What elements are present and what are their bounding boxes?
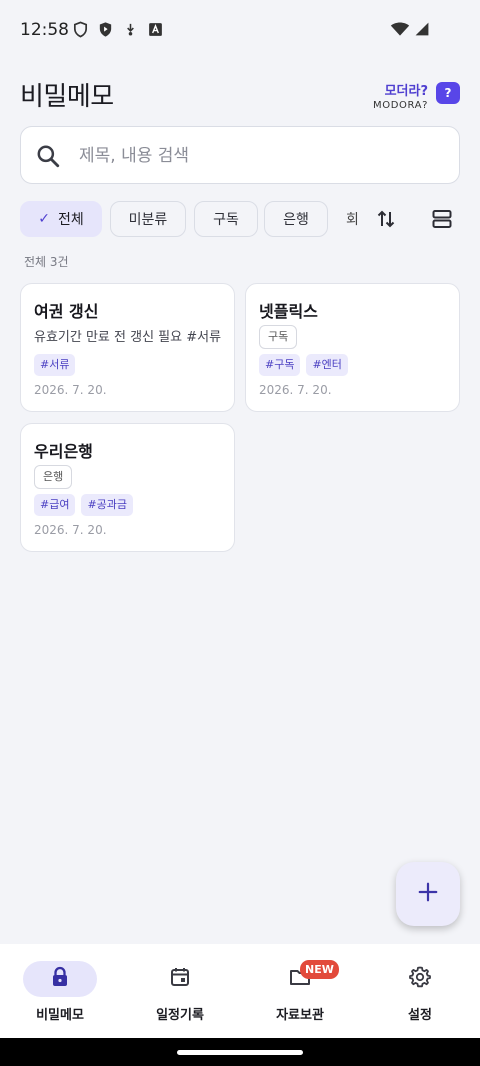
filter-chip-uncategorized[interactable]: 미분류: [110, 201, 186, 237]
lock-icon: [48, 965, 72, 993]
nav-label[interactable]: 비밀메모: [0, 1004, 120, 1023]
filter-chip-bank[interactable]: 은행: [264, 201, 328, 237]
memo-count: 전체 3건: [24, 255, 69, 269]
nav-item-settings[interactable]: 설정: [360, 944, 480, 1038]
nav-label[interactable]: 일정기록: [120, 1004, 240, 1023]
play-shield-icon: [97, 21, 114, 38]
memo-date: 2026. 7. 20.: [259, 383, 332, 397]
search-icon: [35, 143, 61, 169]
status-time: 12:58: [20, 20, 69, 40]
category-badge: 구독: [259, 325, 298, 349]
help-label-ko[interactable]: 모더라?: [373, 80, 428, 99]
memo-title: 여권 갱신: [34, 302, 99, 321]
cell-signal-icon: [414, 20, 430, 42]
tag-badge: #엔터: [306, 354, 348, 376]
nav-label[interactable]: 자료보관: [240, 1004, 360, 1023]
home-indicator[interactable]: [177, 1050, 303, 1055]
memo-title: 우리은행: [34, 442, 93, 461]
filter-chip-label: 미분류: [128, 212, 168, 228]
nav-item-storage[interactable]: 자료보관: [240, 944, 360, 1038]
gear-icon: [408, 965, 432, 993]
nav-item-schedule[interactable]: 일정기록: [120, 944, 240, 1038]
bottom-navigation: 비밀메모 일정기록 자료보관 설정: [0, 944, 480, 1038]
check-icon: ✓: [38, 211, 50, 227]
status-system-icons: [390, 20, 430, 42]
search-bar[interactable]: [20, 126, 460, 184]
filter-chip-overflow[interactable]: 회: [346, 209, 358, 229]
shield-icon: [72, 21, 89, 38]
nav-icon-container[interactable]: [23, 961, 97, 997]
memo-tags: #구독 #엔터: [259, 354, 348, 376]
help-label-en[interactable]: MODORA?: [373, 100, 428, 111]
filter-bar: ✓ 전체 미분류 구독 은행 회: [20, 201, 460, 239]
memo-tags: #서류: [34, 354, 76, 376]
category-badge: 은행: [34, 465, 73, 489]
memo-card[interactable]: 넷플릭스 구독 #구독 #엔터 2026. 7. 20.: [245, 283, 460, 412]
sort-icon[interactable]: [374, 207, 398, 231]
memo-card[interactable]: 여권 갱신 유효기간 만료 전 갱신 필요 #서류 #서류 2026. 7. 2…: [20, 283, 235, 412]
gesture-bar: [0, 1038, 480, 1066]
filter-chip-label: 구독: [213, 212, 239, 228]
calendar-icon: [168, 965, 192, 993]
filter-chip-label: 은행: [283, 212, 309, 228]
tag-badge: #급여: [34, 494, 76, 516]
memo-date: 2026. 7. 20.: [34, 523, 107, 537]
filter-chip-subscription[interactable]: 구독: [194, 201, 258, 237]
nav-label[interactable]: 설정: [360, 1004, 480, 1023]
help-chat-icon[interactable]: ?: [436, 82, 460, 104]
filter-chip-label: 전체: [57, 212, 84, 228]
tag-badge: #구독: [259, 354, 301, 376]
font-a-icon: [147, 21, 164, 38]
screen: 12:58 비밀메모 모더라? MODORA? ? 제목, 내용 검색 ✓ 전체…: [0, 0, 480, 1066]
memo-date: 2026. 7. 20.: [34, 383, 107, 397]
tag-badge: #서류: [34, 354, 76, 376]
nav-item-memo[interactable]: 비밀메모: [0, 944, 120, 1038]
wifi-icon: [390, 20, 410, 42]
page-title: 비밀메모: [20, 82, 114, 112]
help-text[interactable]: 모더라? MODORA?: [373, 80, 428, 111]
nav-icon-container[interactable]: [143, 961, 217, 997]
view-layout-icon[interactable]: [430, 207, 454, 231]
memo-title: 넷플릭스: [259, 302, 318, 321]
search-input[interactable]: [79, 141, 439, 171]
download-icon: [122, 21, 139, 38]
status-bar: 12:58: [0, 0, 480, 62]
memo-preview: 유효기간 만료 전 갱신 필요 #서류: [34, 330, 222, 345]
memo-tags: #급여 #공과금: [34, 494, 134, 516]
nav-icon-container[interactable]: [383, 961, 457, 997]
plus-icon: [417, 881, 439, 907]
header: 비밀메모 모더라? MODORA? ?: [20, 74, 460, 114]
status-notification-icons: [72, 21, 164, 38]
add-memo-button[interactable]: [396, 862, 460, 926]
tag-badge: #공과금: [81, 494, 134, 516]
memo-card[interactable]: 우리은행 은행 #급여 #공과금 2026. 7. 20.: [20, 423, 235, 552]
filter-chip-all[interactable]: ✓ 전체: [20, 201, 102, 237]
new-badge: NEW: [300, 960, 339, 979]
